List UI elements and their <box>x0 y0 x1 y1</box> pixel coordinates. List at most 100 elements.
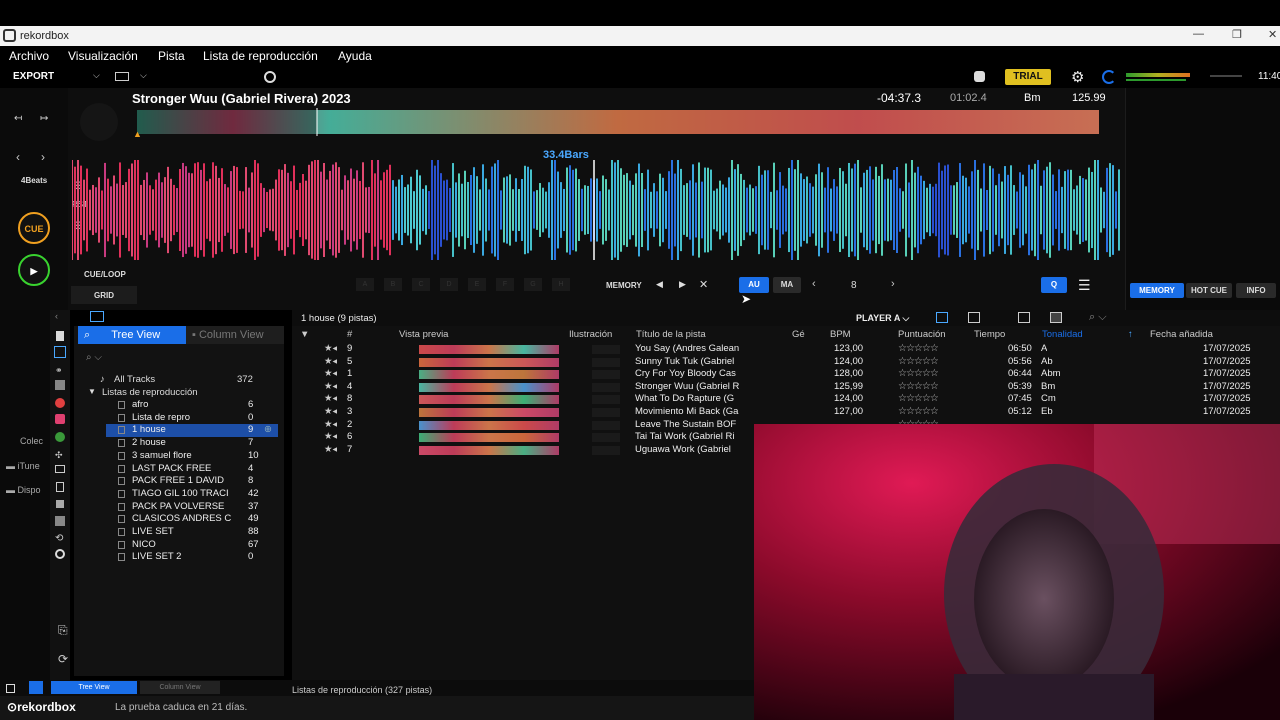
preview-waveform[interactable] <box>419 445 559 455</box>
record-icon[interactable] <box>264 71 276 83</box>
col-genre[interactable]: Gé <box>792 329 805 341</box>
info-tab[interactable]: INFO <box>1236 283 1276 298</box>
main-waveform[interactable] <box>72 160 1120 260</box>
view-list-icon[interactable] <box>936 312 948 323</box>
table-row[interactable]: ★◂ 2 Leave The Sustain BOF <box>292 419 754 432</box>
star-icon[interactable]: ★◂ <box>324 406 337 417</box>
table-row[interactable]: ★◂ 3 Movimiento Mi Back (Ga <box>292 406 754 419</box>
preview-waveform[interactable] <box>419 433 559 443</box>
shrink-icon[interactable]: ↤ <box>14 113 22 124</box>
playlist-item[interactable]: 1 house 9 ⊕ <box>106 424 278 437</box>
preview-panel-icon[interactable] <box>90 311 104 322</box>
tab-tree-view[interactable]: ⌕ Tree View <box>78 326 186 344</box>
table-row[interactable]: ★◂ 9 You Say (Andres Galean <box>292 343 754 356</box>
star-icon[interactable]: ★◂ <box>324 368 337 379</box>
col-artwork[interactable]: Ilustración <box>569 329 612 341</box>
search-icon[interactable]: ⌕ ⌵ <box>1089 311 1107 324</box>
cloud-icon[interactable] <box>55 549 65 559</box>
source-itunes[interactable]: ▬ iTune <box>6 461 40 471</box>
table-row-right[interactable]: 124,00 ☆☆☆☆☆ 05:56 Ab 17/07/2025 <box>754 356 1280 369</box>
memory-label[interactable]: MEMORY <box>606 281 642 290</box>
col-date-added[interactable]: Fecha añadida <box>1150 329 1213 341</box>
preview-waveform[interactable] <box>419 357 559 367</box>
minimize-icon[interactable]: — <box>1193 28 1204 40</box>
mini-tab-tree-view[interactable]: Tree View <box>51 681 137 694</box>
mode-selector[interactable]: EXPORT <box>13 71 54 82</box>
col-preview[interactable]: Vista previa <box>399 329 448 341</box>
all-tracks-item[interactable]: ♪ All Tracks 372 <box>100 374 280 387</box>
trial-badge[interactable]: TRIAL <box>1005 69 1051 85</box>
hotcue-pad[interactable]: D <box>440 278 458 291</box>
hotcue-pad[interactable]: C <box>412 278 430 291</box>
close-icon[interactable]: ✕ <box>1268 28 1277 41</box>
playlist-item[interactable]: afro 6 <box>100 399 280 412</box>
table-row-right[interactable]: 125,99 ☆☆☆☆☆ 05:39 Bm 17/07/2025 <box>754 381 1280 394</box>
hotcue-pad[interactable]: G <box>524 278 542 291</box>
rating-stars[interactable]: ☆☆☆☆☆ <box>898 381 938 392</box>
table-row-right[interactable]: 123,00 ☆☆☆☆☆ 06:50 A 17/07/2025 <box>754 343 1280 356</box>
col-key[interactable]: Tonalidad <box>1042 329 1083 341</box>
loop-double-icon[interactable]: › <box>891 278 895 290</box>
playlist-item[interactable]: TIAGO GIL 100 TRACI 42 <box>100 488 280 501</box>
col-title[interactable]: Título de la pista <box>636 329 706 341</box>
playlist-item[interactable]: NICO 67 <box>100 539 280 552</box>
memory-tab[interactable]: MEMORY <box>1130 283 1184 298</box>
explorer-icon[interactable] <box>55 380 65 390</box>
rec-icon[interactable] <box>55 398 65 408</box>
collapse-left-icon[interactable]: ‹ <box>55 311 58 321</box>
usb-icon[interactable] <box>56 482 64 492</box>
star-icon[interactable]: ★◂ <box>324 431 337 442</box>
beat-jump-back-icon[interactable]: ‹ <box>16 150 20 164</box>
sync-refresh-icon[interactable]: ⟳ <box>58 652 68 666</box>
lock-icon[interactable] <box>56 500 64 508</box>
hot-cue-tab[interactable]: HOT CUE <box>1186 283 1232 298</box>
rating-stars[interactable]: ☆☆☆☆☆ <box>898 406 938 417</box>
playlist-item[interactable]: LIVE SET 2 0 <box>100 551 280 564</box>
hotcue-pad[interactable]: E <box>468 278 486 291</box>
hotcue-pad[interactable]: B <box>384 278 402 291</box>
jog-wheel[interactable] <box>80 103 118 141</box>
manual-loop-button[interactable]: MA <box>773 277 801 293</box>
panel-icon[interactable] <box>1050 312 1062 323</box>
bookmark-icon[interactable] <box>56 331 64 341</box>
table-row[interactable]: ★◂ 1 Cry For Yoy Bloody Cas <box>292 368 754 381</box>
beat-size-label[interactable]: 4Beats <box>21 176 47 185</box>
auto-beat-loop-button[interactable]: AU <box>739 277 769 293</box>
playlist-item[interactable]: LIVE SET 88 <box>100 526 280 539</box>
tab-column-view[interactable]: ▪ Column View <box>186 326 284 344</box>
itunes-icon[interactable] <box>55 414 65 424</box>
spotify-icon[interactable] <box>55 432 65 442</box>
star-icon[interactable]: ★◂ <box>324 419 337 430</box>
table-row[interactable]: ★◂ 5 Sunny Tuk Tuk (Gabriel <box>292 356 754 369</box>
stop-icon[interactable] <box>6 684 15 693</box>
rating-stars[interactable]: ☆☆☆☆☆ <box>898 343 938 354</box>
preview-waveform[interactable] <box>419 420 559 430</box>
hotcue-pad[interactable]: A <box>356 278 374 291</box>
add-icon[interactable]: ⊕ <box>264 424 272 435</box>
memory-next-icon[interactable]: ▶ <box>679 279 686 290</box>
col-number[interactable]: # <box>347 329 352 341</box>
memory-delete-icon[interactable]: ✕ <box>699 278 708 291</box>
menu-hamburger-icon[interactable]: ☰ <box>1078 277 1091 294</box>
settings-gear-icon[interactable]: ⚙ <box>1071 68 1084 86</box>
menu-ayuda[interactable]: Ayuda <box>338 49 372 63</box>
sync-icon[interactable] <box>1102 70 1116 84</box>
playlist-item[interactable]: Lista de repro 0 <box>100 412 280 425</box>
menu-archivo[interactable]: Archivo <box>9 49 49 63</box>
monitor-icon[interactable] <box>55 465 65 473</box>
history-clock-icon[interactable]: ⟲ <box>55 533 63 544</box>
volume-slider[interactable] <box>1210 75 1242 77</box>
import-icon[interactable]: ⎘ <box>58 623 68 638</box>
playlist-item[interactable]: LAST PACK FREE 4 <box>100 463 280 476</box>
overview-waveform[interactable] <box>137 108 1099 136</box>
rating-stars[interactable]: ☆☆☆☆☆ <box>898 356 938 367</box>
player-selector[interactable]: PLAYER A ⌵ <box>856 313 909 324</box>
star-icon[interactable]: ★◂ <box>324 356 337 367</box>
hotcue-pad[interactable]: F <box>496 278 514 291</box>
playlist-item[interactable]: PACK PA VOLVERSE 37 <box>100 501 280 514</box>
mini-tab-column-view[interactable]: Column View <box>140 681 220 694</box>
col-rating[interactable]: Puntuación <box>898 329 946 341</box>
restore-icon[interactable]: ❐ <box>1232 28 1242 41</box>
hotcue-pad[interactable]: H <box>552 278 570 291</box>
table-row[interactable]: ★◂ 6 Tai Tai Work (Gabriel Ri <box>292 431 754 444</box>
